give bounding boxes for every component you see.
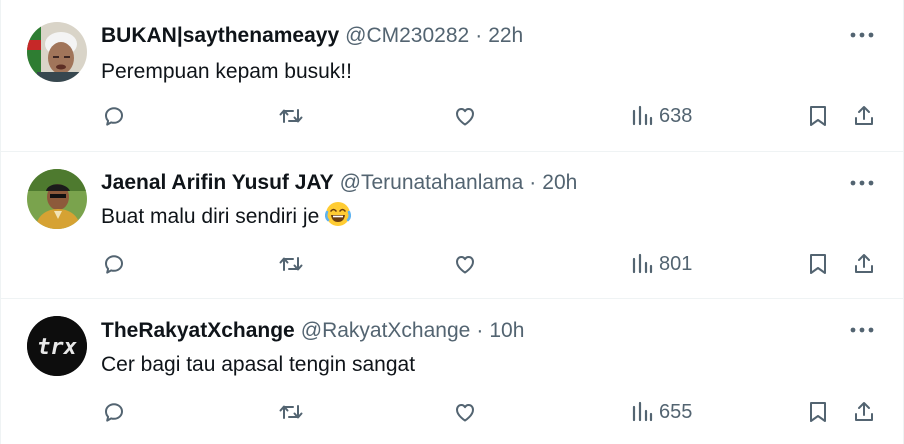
bookmark-icon: [810, 254, 826, 274]
tweet-text: Cer bagi tau apasal tengin sangat: [101, 353, 416, 376]
tweet-header: TheRakyatXchange @RakyatXchange · 10h: [101, 317, 524, 345]
bookmark-button[interactable]: [807, 400, 829, 424]
avatar-image: [27, 169, 87, 229]
like-button[interactable]: [453, 252, 477, 276]
retweet-icon: [279, 405, 303, 419]
tweet-text: Perempuan kepam busuk!!: [101, 60, 352, 83]
face-with-tears-of-joy-icon: [325, 201, 352, 233]
views-icon: [632, 105, 653, 126]
avatar[interactable]: trx: [27, 316, 87, 376]
more-button[interactable]: [847, 172, 877, 194]
bookmark-button[interactable]: [807, 252, 829, 276]
share-icon: [855, 402, 873, 421]
bookmark-icon: [810, 106, 826, 126]
retweet-icon: [279, 109, 303, 123]
separator-dot: ·: [476, 319, 484, 342]
like-button[interactable]: [453, 400, 477, 424]
views-button[interactable]: 655: [631, 400, 692, 424]
views-count: 655: [659, 400, 693, 423]
tweet-text: Buat malu diri sendiri je: [101, 205, 320, 228]
user-handle[interactable]: @CM230282: [345, 24, 469, 48]
more-icon: [850, 180, 874, 186]
reply-button[interactable]: [102, 104, 126, 128]
reply-icon: [105, 255, 123, 274]
views-button[interactable]: 801: [631, 252, 692, 276]
bookmark-icon: [810, 402, 826, 422]
retweet-icon: [279, 257, 303, 271]
tweet[interactable]: Jaenal Arifin Yusuf JAY @Terunatahanlama…: [1, 152, 904, 299]
views-count: 801: [659, 252, 693, 275]
display-name[interactable]: BUKAN|saythenameayy: [101, 24, 339, 48]
share-button[interactable]: [852, 252, 876, 276]
timestamp[interactable]: 20h: [542, 171, 577, 195]
tweet-header: BUKAN|saythenameayy @CM230282 · 22h: [101, 22, 523, 50]
avatar[interactable]: [27, 169, 87, 229]
reply-button[interactable]: [102, 400, 126, 424]
tweet[interactable]: trx TheRakyatXchange @RakyatXchange · 10…: [1, 299, 904, 444]
user-handle[interactable]: @Terunatahanlama: [340, 171, 524, 195]
share-button[interactable]: [852, 400, 876, 424]
views-button[interactable]: 638: [631, 104, 692, 128]
like-icon: [456, 108, 474, 126]
bookmark-button[interactable]: [807, 104, 829, 128]
display-name[interactable]: TheRakyatXchange: [101, 319, 295, 343]
tweet-text-row: Buat malu diri sendiri je: [101, 201, 352, 233]
avatar-logo-text: trx: [37, 335, 77, 360]
reply-icon: [105, 403, 123, 422]
tweet-header: Jaenal Arifin Yusuf JAY @Terunatahanlama…: [101, 169, 577, 197]
user-handle[interactable]: @RakyatXchange: [301, 319, 471, 343]
separator-dot: ·: [475, 24, 483, 47]
avatar-image: [27, 22, 87, 82]
reply-icon: [105, 107, 123, 126]
like-icon: [456, 256, 474, 274]
display-name[interactable]: Jaenal Arifin Yusuf JAY: [101, 171, 334, 195]
avatar[interactable]: [27, 22, 87, 82]
reply-button[interactable]: [102, 252, 126, 276]
retweet-button[interactable]: [278, 104, 304, 128]
retweet-button[interactable]: [278, 252, 304, 276]
more-icon: [850, 327, 874, 333]
like-icon: [456, 404, 474, 422]
like-button[interactable]: [453, 104, 477, 128]
separator-dot: ·: [529, 171, 537, 194]
retweet-button[interactable]: [278, 400, 304, 424]
more-button[interactable]: [847, 319, 877, 341]
views-icon: [632, 253, 653, 274]
tweet[interactable]: BUKAN|saythenameayy @CM230282 · 22h Pere…: [1, 0, 904, 152]
share-icon: [855, 106, 873, 125]
share-icon: [855, 254, 873, 273]
timestamp[interactable]: 22h: [488, 24, 523, 48]
timestamp[interactable]: 10h: [489, 319, 524, 343]
views-count: 638: [659, 104, 693, 127]
more-icon: [850, 32, 874, 38]
avatar-image: trx: [27, 316, 87, 376]
replies-feed: BUKAN|saythenameayy @CM230282 · 22h Pere…: [0, 0, 904, 444]
more-button[interactable]: [847, 24, 877, 46]
share-button[interactable]: [852, 104, 876, 128]
views-icon: [632, 401, 653, 422]
